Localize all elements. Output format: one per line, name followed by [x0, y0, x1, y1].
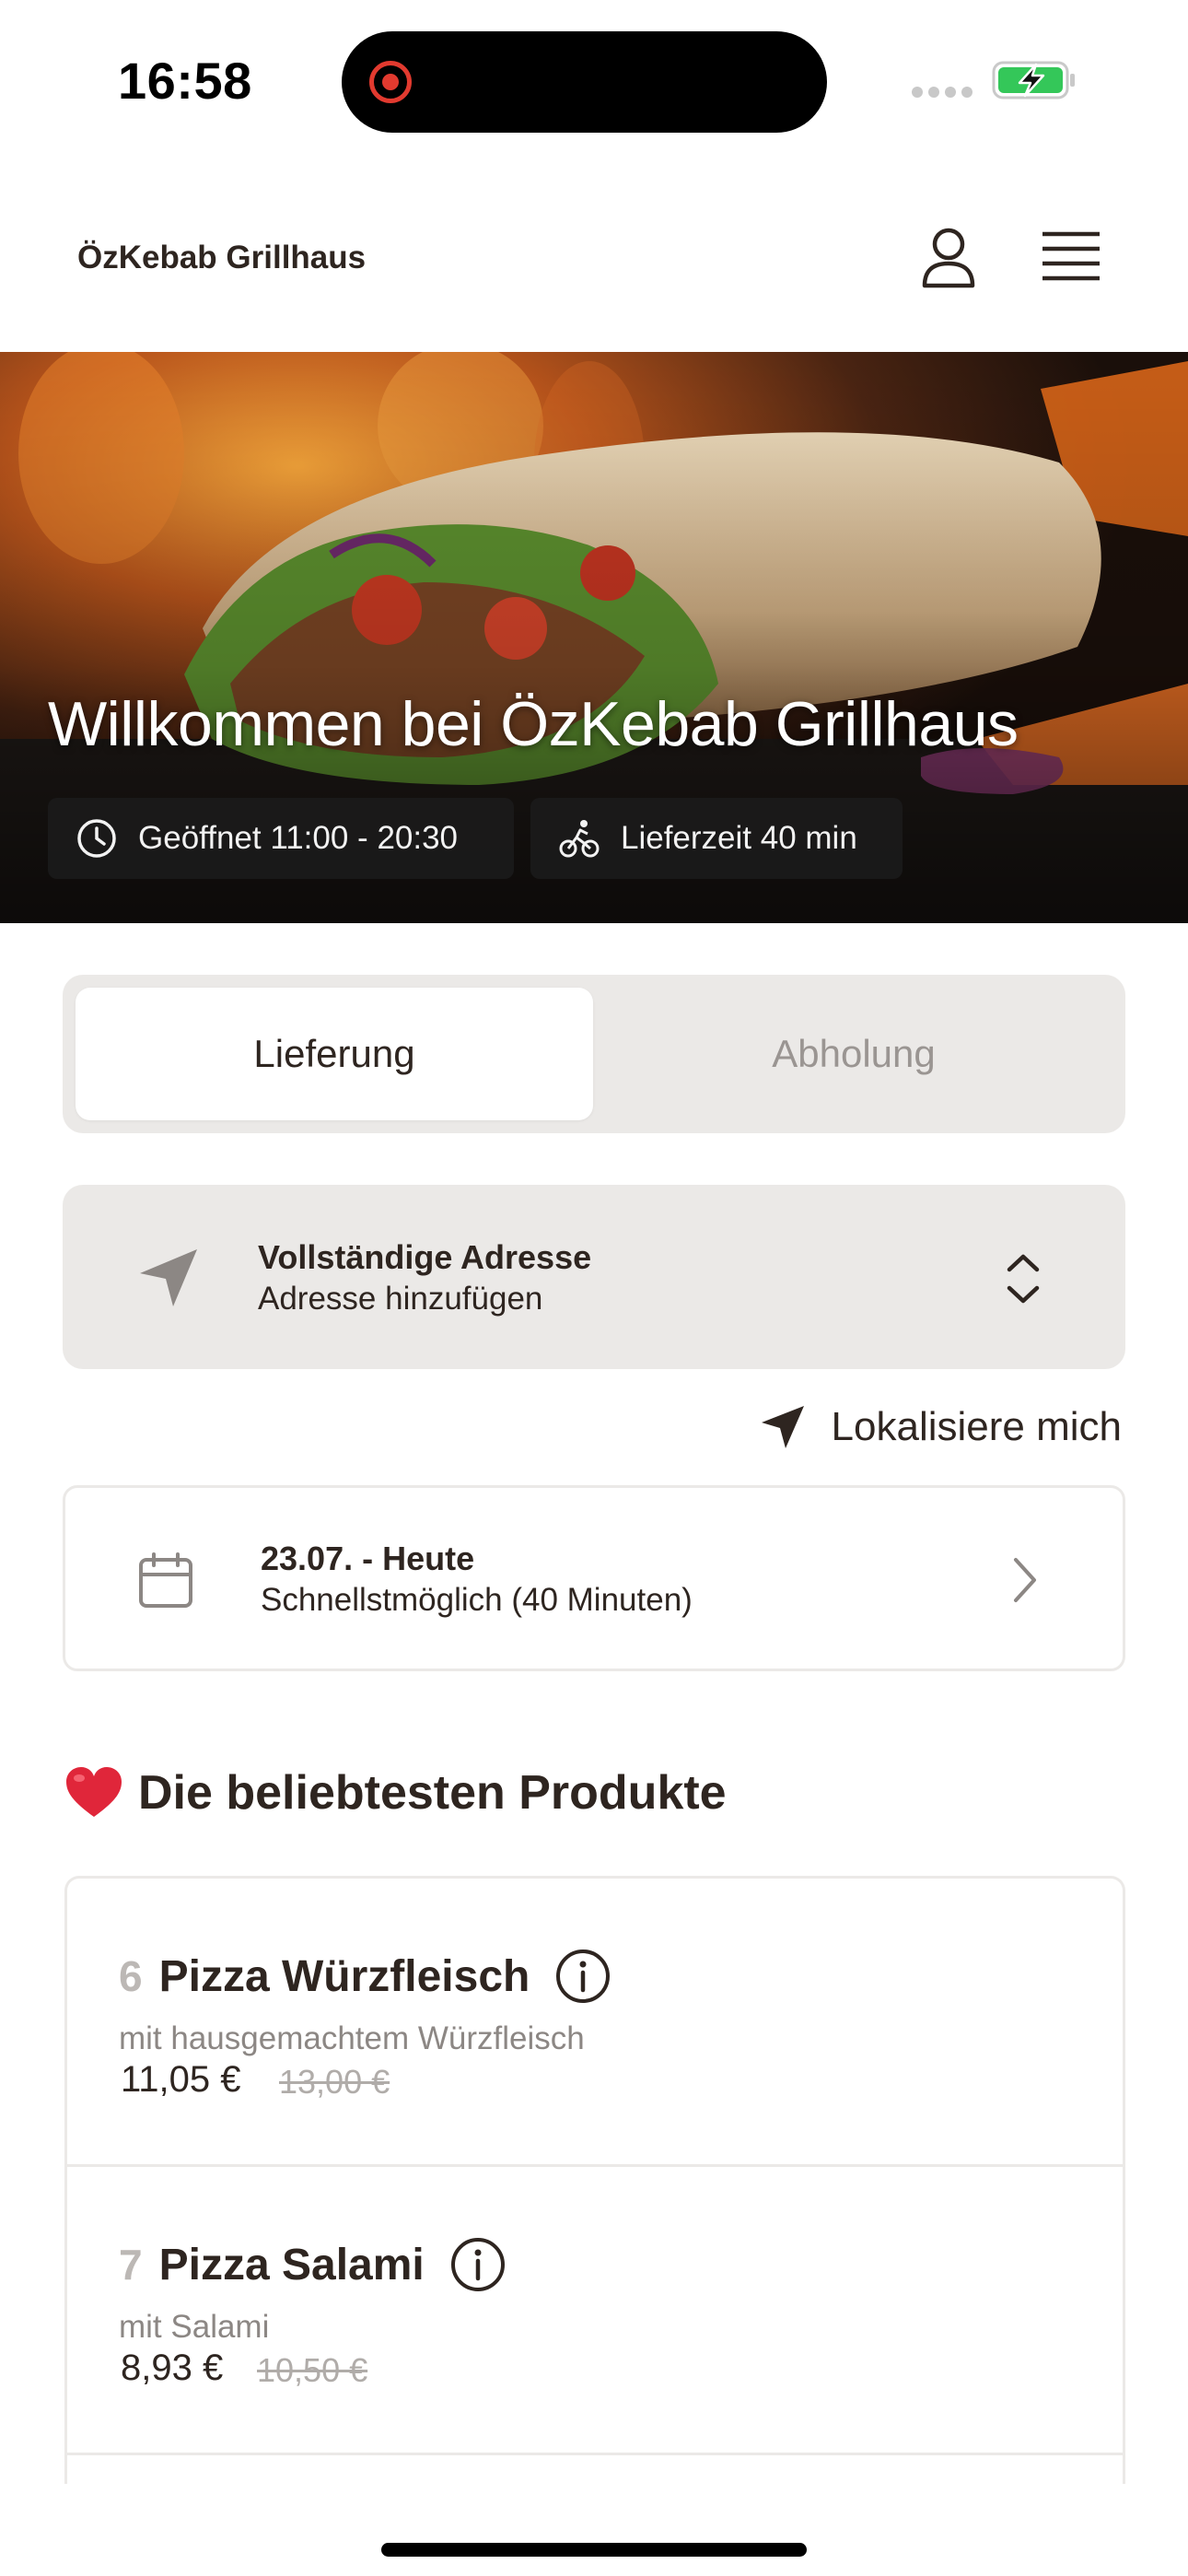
info-icon[interactable]	[553, 1947, 612, 2006]
popular-product-list: 6 Pizza Würzfleisch mit hausgemachtem Wü…	[64, 1876, 1125, 2484]
status-time: 16:58	[118, 52, 252, 110]
address-placeholder: Adresse hinzufügen	[258, 1281, 543, 1317]
product-number: 6	[119, 1952, 143, 2000]
hero-banner: Willkommen bei ÖzKebab Grillhaus Geöffne…	[0, 352, 1188, 923]
heart-icon	[66, 1767, 122, 1817]
signal-icon	[912, 87, 973, 98]
battery-charging-icon	[992, 61, 1075, 100]
app-header: ÖzKebab Grillhaus	[0, 162, 1188, 352]
product-name: Pizza Salami	[158, 2240, 425, 2289]
app-screen: 16:58 ÖzKebab Grillhaus Willkommen bei Ö…	[0, 0, 1188, 2576]
clock-icon	[77, 819, 116, 858]
delivery-time-text: Lieferzeit 40 min	[621, 820, 857, 856]
product-card[interactable]: 6 Pizza Würzfleisch mit hausgemachtem Wü…	[67, 1879, 1123, 2167]
product-header: 6 Pizza Würzfleisch	[119, 1947, 612, 2006]
product-description: mit hausgemachtem Würzfleisch	[119, 2020, 585, 2056]
hero-title: Willkommen bei ÖzKebab Grillhaus	[48, 689, 1019, 759]
info-icon[interactable]	[448, 2235, 507, 2294]
opening-hours-text: Geöffnet 11:00 - 20:30	[138, 820, 459, 856]
schedule-selector[interactable]: 23.07. - Heute Schnellstmöglich (40 Minu…	[63, 1485, 1125, 1671]
calendar-icon	[139, 1552, 192, 1608]
product-price: 8,93 €	[121, 2348, 224, 2388]
screen-recording-icon	[369, 61, 412, 103]
product-card[interactable]: 7 Pizza Salami mit Salami 8,93 € 10,50 €	[67, 2167, 1123, 2455]
chevron-up-down-icon	[1007, 1254, 1040, 1304]
brand-name[interactable]: ÖzKebab Grillhaus	[77, 240, 366, 276]
tab-pickup[interactable]: Abholung	[595, 988, 1112, 1120]
product-price: 11,05 €	[121, 2059, 241, 2100]
address-selector[interactable]: Vollständige Adresse Adresse hinzufügen	[63, 1185, 1125, 1369]
popular-title-text: Die beliebtesten Produkte	[138, 1766, 727, 1820]
product-old-price: 10,50 €	[257, 2351, 368, 2389]
menu-icon[interactable]	[1039, 227, 1103, 286]
product-number: 7	[119, 2241, 143, 2289]
location-arrow-icon	[761, 1406, 804, 1448]
delivery-time-chip: Lieferzeit 40 min	[530, 798, 903, 879]
popular-section-title: Die beliebtesten Produkte	[64, 1765, 727, 1821]
home-indicator[interactable]	[381, 2543, 807, 2557]
schedule-date: 23.07. - Heute	[261, 1540, 475, 1577]
opening-hours-chip: Geöffnet 11:00 - 20:30	[48, 798, 514, 879]
product-name: Pizza Würzfleisch	[158, 1951, 530, 2001]
dynamic-island	[342, 31, 827, 133]
product-old-price: 13,00 €	[279, 2063, 390, 2101]
schedule-time: Schnellstmöglich (40 Minuten)	[261, 1582, 693, 1618]
bicycle-icon	[559, 820, 600, 858]
locate-me-label: Lokalisiere mich	[831, 1404, 1122, 1449]
locate-me-button[interactable]: Lokalisiere mich	[758, 1393, 1122, 1461]
navigation-arrow-icon	[140, 1249, 197, 1306]
product-description: mit Salami	[119, 2309, 270, 2345]
address-title: Vollständige Adresse	[258, 1238, 592, 1276]
product-header: 7 Pizza Salami	[119, 2235, 507, 2294]
status-bar: 16:58	[0, 0, 1188, 162]
order-mode-toggle: Lieferung Abholung	[63, 975, 1125, 1133]
tab-delivery[interactable]: Lieferung	[76, 988, 593, 1120]
chevron-right-icon	[1014, 1558, 1036, 1602]
user-icon[interactable]	[912, 221, 985, 295]
